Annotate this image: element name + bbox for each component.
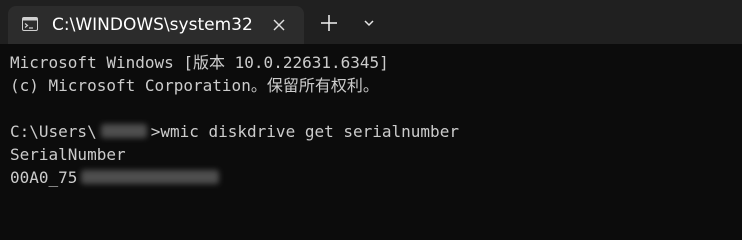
terminal-output[interactable]: Microsoft Windows [版本 10.0.22631.6345] (… xyxy=(0,44,742,205)
redacted-serial xyxy=(81,170,220,184)
tab-bar: C:\WINDOWS\system32 xyxy=(0,0,742,44)
terminal-icon xyxy=(22,17,38,31)
redacted-username xyxy=(100,124,147,138)
command-text: >wmic diskdrive get serialnumber xyxy=(150,122,459,141)
tab-title: C:\WINDOWS\system32 xyxy=(52,15,253,35)
chevron-down-icon[interactable] xyxy=(360,14,378,32)
serial-number-line: 00A0_75 xyxy=(10,167,220,189)
command-line: C:\Users\ >wmic diskdrive get serialnumbe… xyxy=(10,121,459,143)
prompt-prefix: C:\Users\ xyxy=(10,122,97,141)
copyright-line: (c) Microsoft Corporation。保留所有权利。 xyxy=(10,76,379,95)
serial-prefix: 00A0_75 xyxy=(10,168,78,187)
output-header: SerialNumber xyxy=(10,145,126,164)
version-line: Microsoft Windows [版本 10.0.22631.6345] xyxy=(10,53,389,72)
new-tab-icon[interactable] xyxy=(318,12,340,34)
tab-cmd[interactable]: C:\WINDOWS\system32 xyxy=(8,6,304,44)
close-icon[interactable] xyxy=(270,16,288,34)
